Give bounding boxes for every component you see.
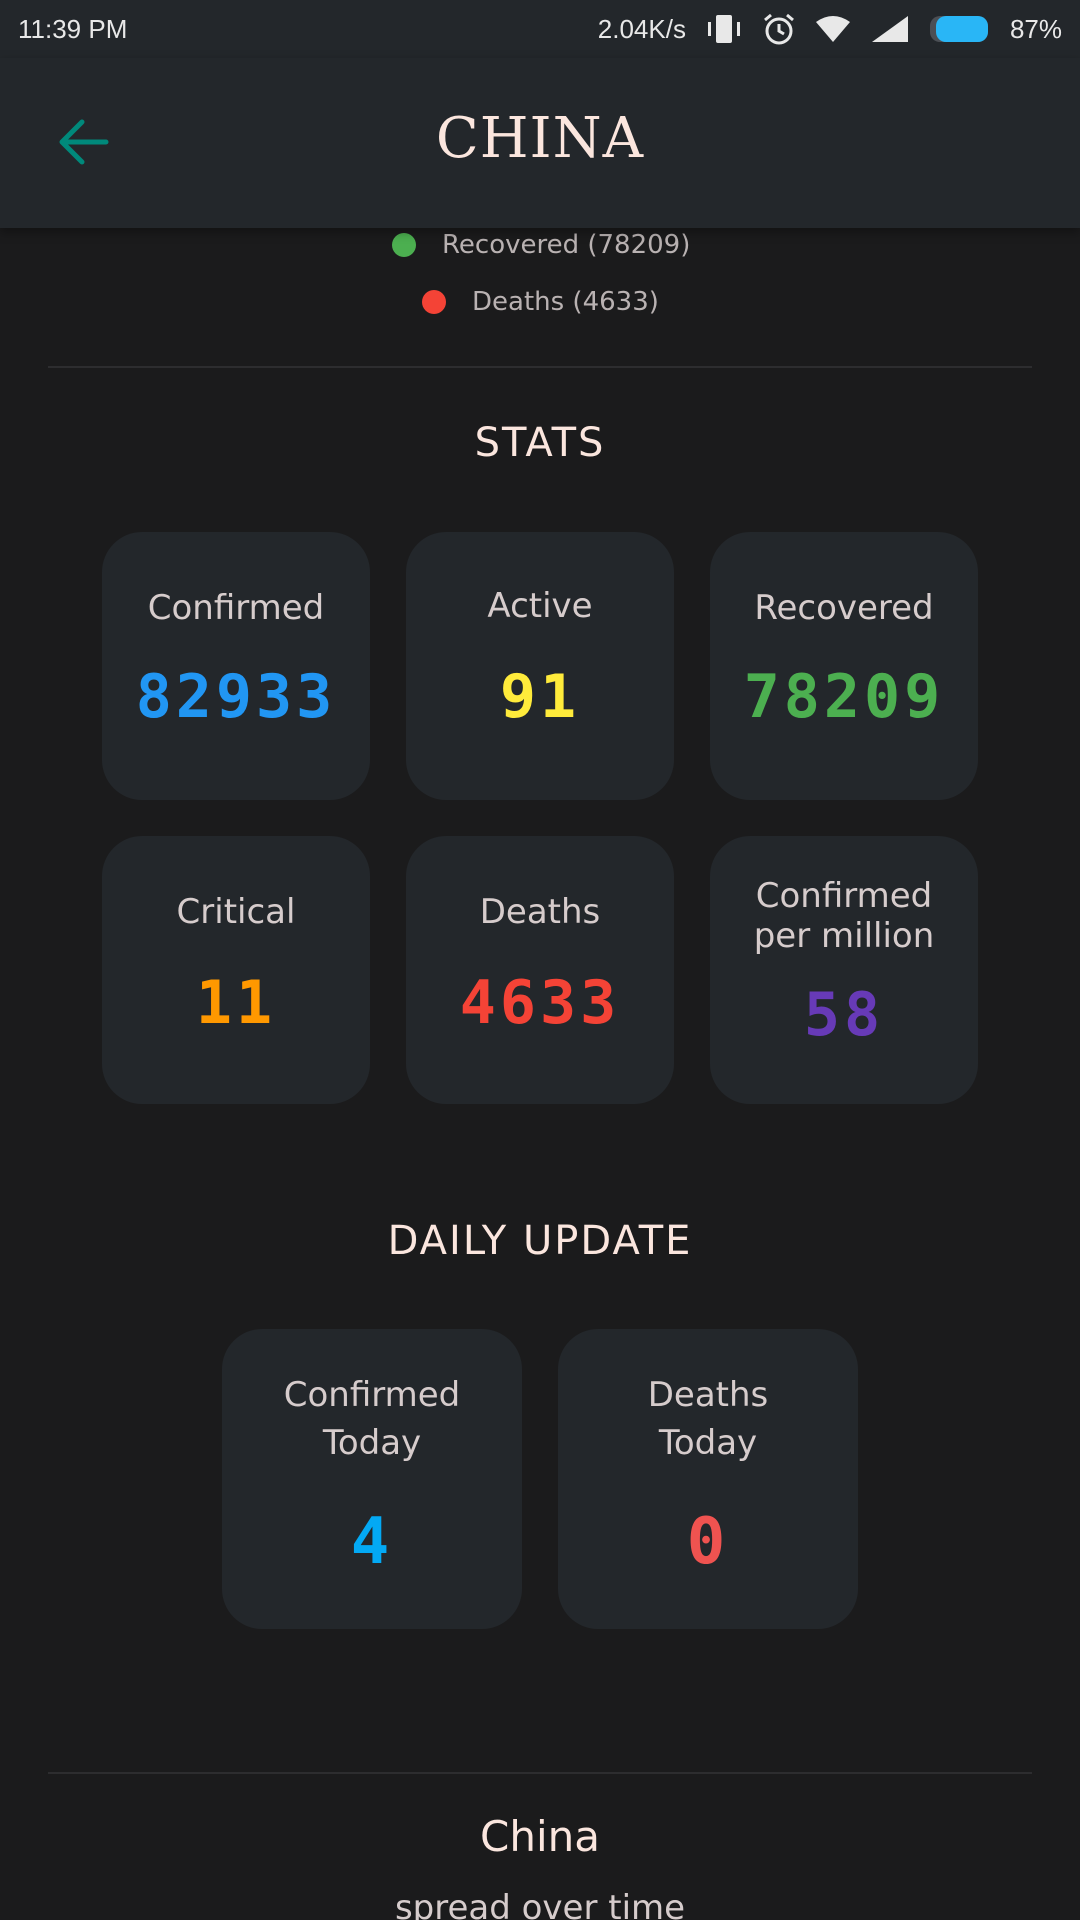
stats-title: STATS [474,420,606,466]
legend-dot-deaths [422,290,446,314]
stat-card-active: Active 91 [406,532,674,800]
legend-item-recovered: Recovered (78209) [392,230,690,260]
stat-card-deaths: Deaths 4633 [406,836,674,1104]
legend-item-deaths: Deaths (4633) [422,287,659,317]
spread-subtitle: spread over time [394,1888,686,1920]
alarm-icon [762,12,796,46]
legend-dot-recovered [392,233,416,257]
stat-label: Confirmed [147,588,325,628]
daily-value: 0 [686,1505,730,1579]
stat-label: Active [487,586,593,626]
network-speed: 2.04K/s [597,13,686,44]
status-bar: 11:39 PM 2.04K/s 87% [0,0,1080,58]
stat-label: Critical [176,892,296,932]
stat-label: Deaths [479,892,601,932]
stat-label: Recovered [754,588,934,628]
stat-value: 58 [803,980,885,1050]
daily-value: 4 [350,1505,394,1579]
daily-update-title: DAILY UPDATE [387,1218,693,1264]
daily-label: Confirmed Today [283,1375,461,1463]
status-time: 11:39 PM [18,13,128,44]
stat-label: Confirmed per million [753,876,935,956]
spread-title: China [480,1812,600,1861]
daily-card-confirmed-today: Confirmed Today 4 [222,1329,522,1629]
status-icons: 2.04K/s 87% [598,12,1062,46]
stat-value: 11 [195,968,277,1038]
stat-card-confirmed: Confirmed 82933 [102,532,370,800]
stat-card-confirmed-per-million: Confirmed per million 58 [710,836,978,1104]
stat-value: 82933 [135,662,337,732]
battery-percent: 87% [1009,13,1062,44]
divider [48,366,1032,368]
stat-value: 78209 [743,662,945,732]
legend-label-recovered: Recovered (78209) [442,230,691,260]
stat-card-recovered: Recovered 78209 [710,532,978,800]
daily-card-deaths-today: Deaths Today 0 [558,1329,858,1629]
app-bar: CHINA [0,58,1080,228]
battery-icon [928,14,992,44]
daily-label: Deaths Today [647,1375,769,1463]
stat-card-critical: Critical 11 [102,836,370,1104]
stat-value: 91 [499,662,581,732]
divider [48,1772,1032,1774]
wifi-icon [814,14,852,44]
vibrate-icon [704,13,744,45]
stat-value: 4633 [459,968,621,1038]
page-title: CHINA [435,106,645,171]
legend-label-deaths: Deaths (4633) [472,287,659,317]
signal-icon [870,14,910,44]
